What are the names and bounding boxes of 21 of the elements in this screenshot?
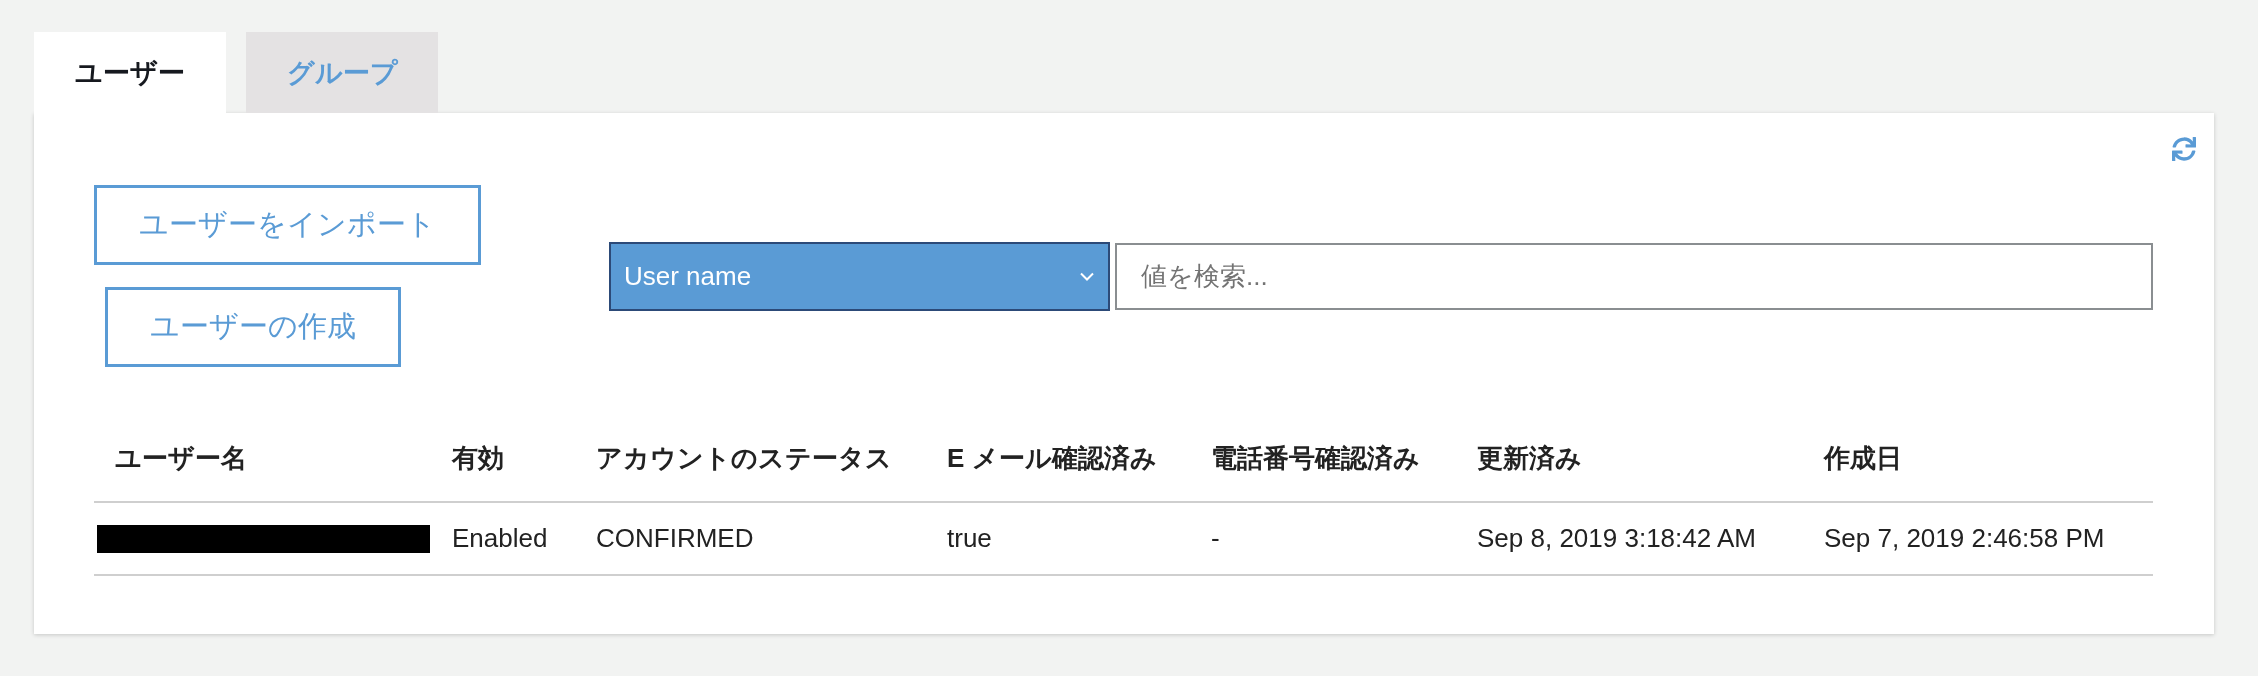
column-header: ユーザー名 [94, 416, 431, 502]
table-cell: Sep 7, 2019 2:46:58 PM [1803, 502, 2153, 575]
column-header: 電話番号確認済み [1190, 416, 1456, 502]
column-header: 有効 [431, 416, 575, 502]
table-cell: - [1190, 502, 1456, 575]
action-button[interactable]: ユーザーをインポート [94, 185, 481, 265]
table-cell: Enabled [431, 502, 575, 575]
action-button[interactable]: ユーザーの作成 [105, 287, 401, 367]
tab[interactable]: ユーザー [34, 32, 226, 113]
attribute-dropdown[interactable]: User name [609, 241, 1110, 311]
refresh-icon[interactable] [2172, 137, 2196, 161]
column-header: 更新済み [1456, 416, 1803, 502]
column-header: E メール確認済み [926, 416, 1190, 502]
chevron-down-icon [1080, 271, 1094, 281]
table-cell: CONFIRMED [575, 502, 926, 575]
table-cell: Sep 8, 2019 3:18:42 AM [1456, 502, 1803, 575]
search-field[interactable]: 値を検索... [1115, 242, 2153, 310]
tab[interactable]: グループ [246, 32, 438, 113]
column-header: アカウントのステータス [575, 416, 926, 502]
column-header: 作成日 [1803, 416, 2153, 502]
table-cell: true [926, 502, 1190, 575]
